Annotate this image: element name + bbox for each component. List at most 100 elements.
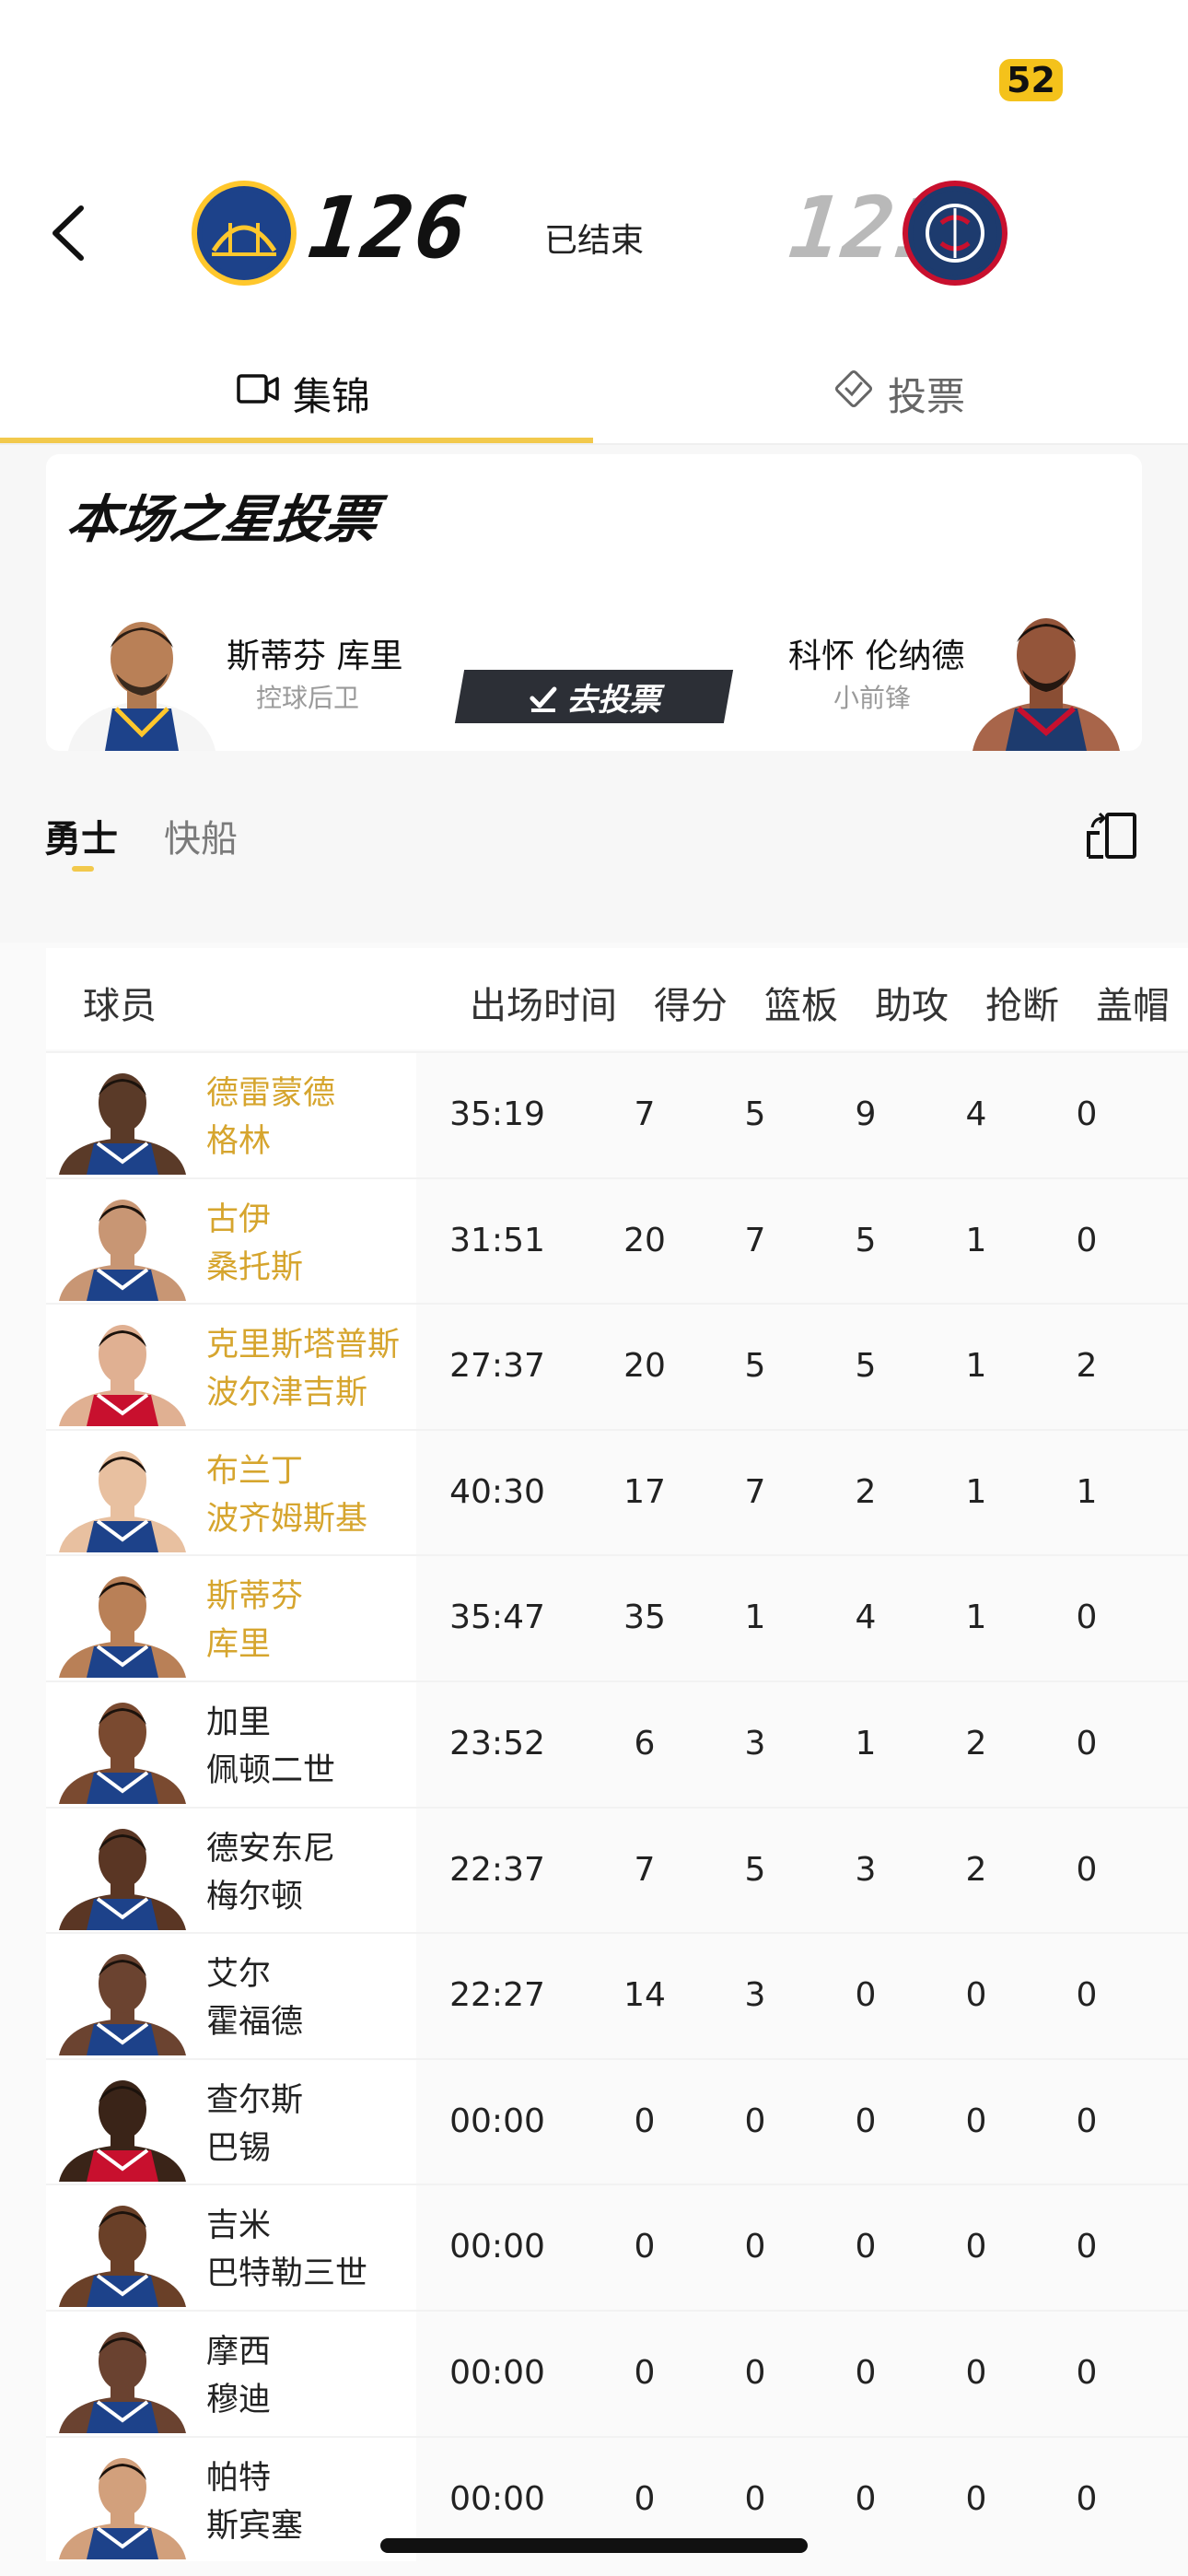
player-avatar[interactable] [53,1444,192,1552]
header-rebounds[interactable]: 篮板 [755,976,847,1029]
cell-steals: 0 [965,2228,987,2266]
player-name-line2: 霍福德 [206,2004,304,2042]
player-cell[interactable]: 摩西 穆迪 [46,2311,416,2436]
cell-steals: 4 [965,1095,987,1133]
team-tab-away[interactable]: 快船 [164,809,238,862]
header-assists[interactable]: 助攻 [866,976,958,1029]
table-row[interactable]: 查尔斯 巴锡 00:00 0 0 0 0 0 [46,2057,1188,2184]
header-blocks[interactable]: 盖帽 [1087,976,1179,1029]
cell-minutes: 23:52 [449,1724,545,1762]
header-player[interactable]: 球员 [83,976,157,1029]
cell-steals: 0 [965,1976,987,2015]
away-team-logo[interactable] [903,181,1007,286]
status-bar: 52 [0,0,1188,138]
player-avatar[interactable] [53,1947,192,2056]
player-name-line1: 德安东尼 [206,1830,336,1868]
score-header: 126 已结束 121 [0,166,1188,304]
vote-title: 本场之星投票 [63,490,381,550]
table-row[interactable]: 古伊 桑托斯 31:51 20 7 5 1 0 [46,1177,1188,1304]
cell-assists: 0 [855,2479,877,2518]
rotate-screen-button[interactable] [1083,809,1142,862]
player-cell[interactable]: 加里 佩顿二世 [46,1681,416,1807]
player-avatar[interactable] [53,1695,192,1804]
player-name-line2: 桑托斯 [206,1248,304,1286]
table-row[interactable]: 斯蒂芬 库里 35:47 35 1 4 1 0 [46,1554,1188,1680]
player-name[interactable]: 吉米 巴特勒三世 [206,2202,367,2298]
home-team-logo[interactable] [192,181,297,286]
table-row[interactable]: 德安东尼 梅尔顿 22:37 7 5 3 2 0 [46,1806,1188,1933]
check-icon [530,685,557,711]
cell-minutes: 22:37 [449,1850,545,1889]
cell-minutes: 00:00 [449,2479,545,2518]
player-name[interactable]: 艾尔 霍福德 [206,1950,303,2046]
table-row[interactable]: 吉米 巴特勒三世 00:00 0 0 0 0 0 [46,2184,1188,2310]
team-tab-home[interactable]: 勇士 [44,809,118,862]
table-row[interactable]: 克里斯塔普斯 波尔津吉斯 27:37 20 5 5 1 2 [46,1303,1188,1429]
candidate-left-position: 控球后卫 [256,683,360,713]
player-rows: 德雷蒙德 格林 35:19 7 5 9 4 0 古伊 桑托斯 31:51 20 7 5 1 0 克里斯塔普斯 波尔… [46,1051,1188,2562]
player-name[interactable]: 布兰丁 波齐姆斯基 [206,1447,367,1543]
home-indicator[interactable] [380,2538,808,2553]
player-avatar[interactable] [53,1317,192,1427]
cell-minutes: 35:19 [449,1095,545,1133]
player-cell[interactable]: 德安东尼 梅尔顿 [46,1808,416,1933]
player-name[interactable]: 德安东尼 梅尔顿 [206,1825,335,1921]
player-cell[interactable]: 查尔斯 巴锡 [46,2059,416,2184]
candidate-left-photo[interactable] [59,605,225,751]
player-cell[interactable]: 克里斯塔普斯 波尔津吉斯 [46,1305,416,1429]
header-minutes[interactable]: 出场时间 [451,976,635,1029]
player-name[interactable]: 帕特 斯宾塞 [206,2454,303,2550]
cell-rebounds: 5 [744,1850,766,1889]
player-name[interactable]: 德雷蒙德 格林 [206,1070,335,1165]
player-avatar[interactable] [53,2451,192,2559]
player-name[interactable]: 古伊 桑托斯 [206,1196,303,1292]
player-avatar[interactable] [53,2324,192,2433]
player-cell[interactable]: 布兰丁 波齐姆斯基 [46,1430,416,1555]
player-name[interactable]: 斯蒂芬 库里 [206,1573,303,1669]
player-name[interactable]: 查尔斯 巴锡 [206,2077,303,2172]
player-cell[interactable]: 古伊 桑托斯 [46,1178,416,1304]
table-row[interactable]: 加里 佩顿二世 23:52 6 3 1 2 0 [46,1680,1188,1807]
header-steals[interactable]: 抢断 [976,976,1068,1029]
player-avatar[interactable] [53,2198,192,2308]
player-name[interactable]: 克里斯塔普斯 波尔津吉斯 [206,1321,400,1417]
cell-points: 17 [623,1472,666,1511]
player-cell[interactable]: 吉米 巴特勒三世 [46,2185,416,2310]
cell-rebounds: 0 [744,2102,766,2140]
tab-vote[interactable]: 投票 [833,357,965,430]
player-name[interactable]: 加里 佩顿二世 [206,1699,335,1795]
table-row[interactable]: 布兰丁 波齐姆斯基 40:30 17 7 2 1 1 [46,1428,1188,1555]
cell-blocks: 0 [1076,1221,1098,1259]
player-avatar[interactable] [53,2073,192,2182]
cell-rebounds: 0 [744,2479,766,2518]
player-name-line1: 艾尔 [206,1956,272,1994]
table-row[interactable]: 德雷蒙德 格林 35:19 7 5 9 4 0 [46,1051,1188,1177]
player-avatar[interactable] [53,1569,192,1679]
player-name-line1: 摩西 [206,2333,272,2371]
player-cell[interactable]: 斯蒂芬 库里 [46,1556,416,1680]
candidate-right-photo[interactable] [963,605,1129,751]
player-avatar[interactable] [53,1192,192,1301]
go-vote-button[interactable]: 去投票 [454,670,734,723]
table-row[interactable]: 艾尔 霍福德 22:27 14 3 0 0 0 [46,1932,1188,2058]
cell-blocks: 0 [1076,1095,1098,1133]
player-name-line1: 查尔斯 [206,2081,304,2119]
cell-points: 20 [623,1221,666,1259]
player-avatar[interactable] [53,1821,192,1930]
cell-blocks: 0 [1076,2479,1098,2518]
player-cell[interactable]: 艾尔 霍福德 [46,1934,416,2058]
table-row[interactable]: 摩西 穆迪 00:00 0 0 0 0 0 [46,2309,1188,2436]
back-button[interactable] [44,201,99,265]
player-cell[interactable]: 帕特 斯宾塞 [46,2437,416,2562]
player-cell[interactable]: 德雷蒙德 格林 [46,1053,416,1177]
player-name-line1: 加里 [206,1704,272,1741]
tab-highlights-label: 集锦 [293,373,371,419]
cell-assists: 0 [855,2353,877,2392]
player-avatar[interactable] [53,1066,192,1175]
tab-highlights[interactable]: 集锦 [236,357,370,430]
player-name[interactable]: 摩西 穆迪 [206,2328,271,2424]
tab-vote-label: 投票 [888,373,966,419]
cell-assists: 3 [855,1850,877,1889]
header-points[interactable]: 得分 [645,976,737,1029]
go-vote-label: 去投票 [566,681,660,719]
